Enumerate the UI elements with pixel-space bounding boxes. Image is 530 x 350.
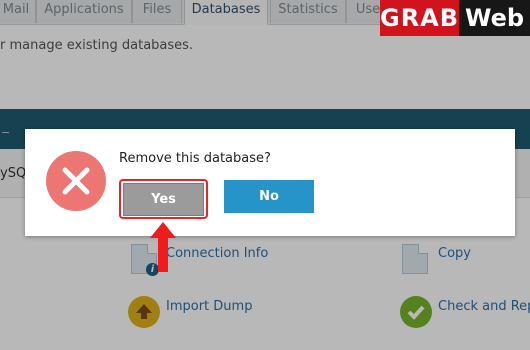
dialog-message: Remove this database?	[119, 151, 271, 166]
close-x-icon	[62, 167, 90, 195]
red-pointer-arrow-icon	[150, 222, 176, 272]
no-button[interactable]: No	[224, 180, 314, 213]
logo-text-grab: GRAB	[380, 0, 459, 36]
error-icon	[46, 151, 106, 211]
yes-button[interactable]: Yes	[123, 183, 204, 216]
grabweb-logo: GRAB Web	[380, 0, 530, 36]
remove-database-dialog: Remove this database? Yes No	[25, 129, 515, 236]
logo-text-web: Web	[459, 0, 530, 36]
